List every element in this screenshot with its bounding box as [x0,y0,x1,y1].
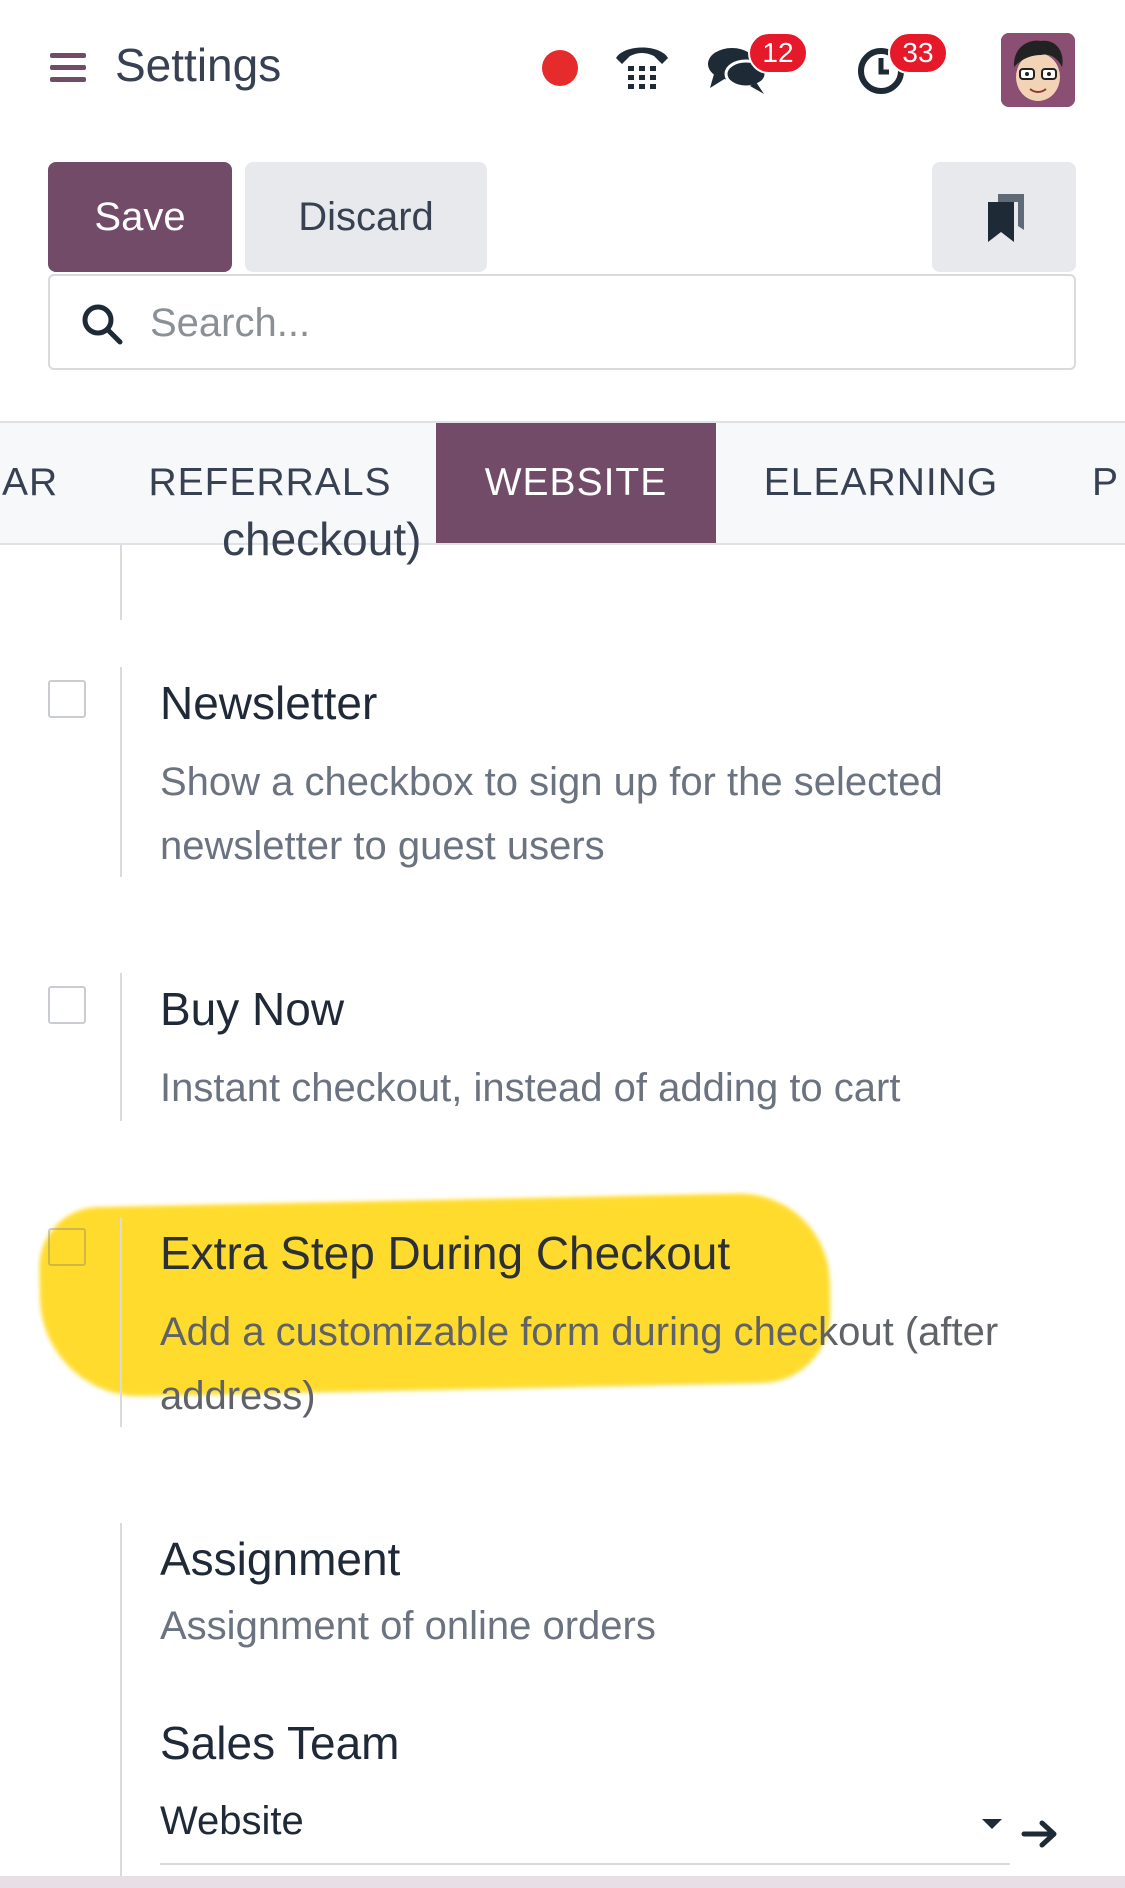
extra-step-title: Extra Step During Checkout [160,1227,731,1279]
assignment-title: Assignment [160,1533,401,1585]
page-title: Settings [115,39,282,91]
sales-team-label: Sales Team [160,1717,400,1769]
search-icon [82,304,123,345]
open-record-arrow-icon[interactable] [1020,1816,1060,1852]
menu-toggle-icon[interactable] [50,53,86,83]
sales-team-value: Website [160,1799,304,1843]
extra-step-description: Add a customizable form during checkout … [160,1310,999,1418]
setting-divider [120,667,122,877]
chevron-down-icon [982,1819,1002,1829]
messages-button[interactable]: 12 [706,28,818,98]
phone-icon[interactable] [612,40,672,96]
search-bar[interactable] [48,274,1076,370]
discard-button[interactable]: Discard [245,162,487,272]
setting-divider [120,1217,122,1427]
search-input[interactable] [148,292,1052,354]
setting-divider [120,545,122,620]
messages-count-badge: 12 [748,32,808,74]
recording-indicator-icon[interactable] [542,50,578,86]
extra-step-checkbox[interactable] [48,1228,86,1266]
setting-divider [120,1523,122,1888]
sales-team-select[interactable]: Website [160,1795,1010,1865]
newsletter-title: Newsletter [160,677,378,729]
buy-now-description: Instant checkout, instead of adding to c… [160,1066,901,1110]
buy-now-checkbox[interactable] [48,986,86,1024]
activities-button[interactable]: 33 [852,28,964,98]
bottom-bar [0,1876,1125,1888]
bookmark-icon [988,194,1024,242]
setting-divider [120,973,122,1121]
save-button[interactable]: Save [48,162,232,272]
buy-now-title: Buy Now [160,983,345,1035]
assignment-description: Assignment of online orders [160,1604,656,1648]
partial-setting-text: checkout) [222,513,422,565]
user-avatar[interactable] [1001,33,1075,107]
settings-app-tabs: AR REFERRALS WEBSITE ELEARNING P [0,421,1125,545]
tab-elearning[interactable]: ELEARNING [736,423,1026,543]
newsletter-checkbox[interactable] [48,680,86,718]
activities-count-badge: 33 [888,32,948,74]
tab-website[interactable]: WEBSITE [436,423,716,543]
tab-next-partial[interactable]: P [1092,423,1125,543]
newsletter-description: Show a checkbox to sign up for the selec… [160,760,943,868]
tab-ar[interactable]: AR [0,423,72,543]
favorites-button[interactable] [932,162,1076,272]
